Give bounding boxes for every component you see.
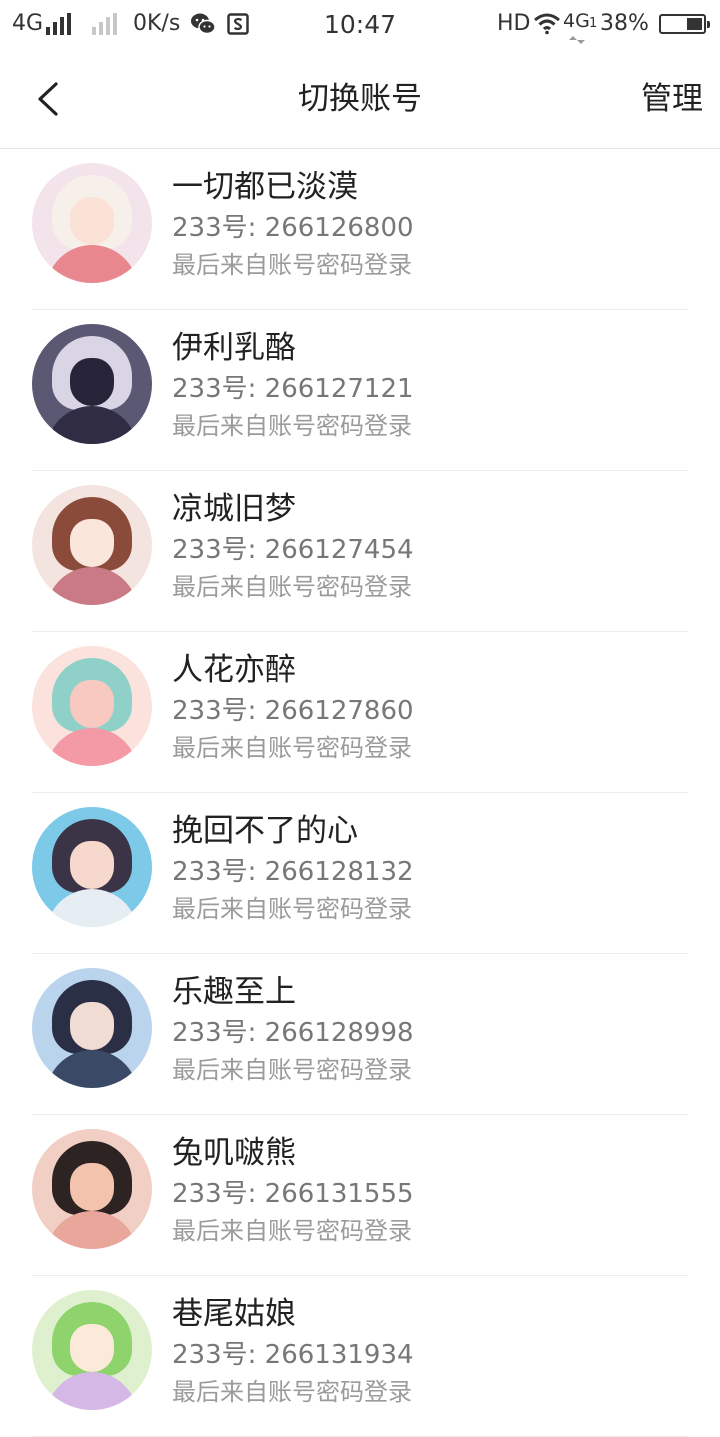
last-login-method: 最后来自账号密码登录 bbox=[172, 1378, 412, 1406]
avatar[interactable] bbox=[32, 324, 152, 444]
account-name: 凉城旧梦 bbox=[172, 491, 296, 527]
account-id: 233号: 266131555 bbox=[172, 1179, 414, 1209]
battery-percent: 38% bbox=[600, 11, 649, 36]
hd-indicator: HD bbox=[497, 11, 531, 36]
account-name: 一切都已淡漠 bbox=[172, 169, 358, 205]
avatar[interactable] bbox=[32, 807, 152, 927]
account-name: 挽回不了的心 bbox=[172, 813, 358, 849]
status-bar: 4G 0K/s 10:47 HD 4G 1 38% bbox=[0, 0, 720, 50]
account-item[interactable]: 兔叽啵熊 233号: 266131555 最后来自账号密码登录 bbox=[32, 1115, 688, 1276]
account-id: 233号: 266128998 bbox=[172, 1018, 414, 1048]
avatar[interactable] bbox=[32, 1129, 152, 1249]
page-title: 切换账号 bbox=[298, 81, 422, 117]
account-id: 233号: 266126800 bbox=[172, 213, 414, 243]
account-name: 兔叽啵熊 bbox=[172, 1135, 296, 1171]
account-item[interactable]: 乐趣至上 233号: 266128998 最后来自账号密码登录 bbox=[32, 954, 688, 1115]
wifi-icon bbox=[533, 13, 561, 35]
account-item[interactable]: 一切都已淡漠 233号: 266126800 最后来自账号密码登录 bbox=[32, 149, 688, 310]
account-id: 233号: 266127121 bbox=[172, 374, 414, 404]
avatar[interactable] bbox=[32, 1290, 152, 1410]
last-login-method: 最后来自账号密码登录 bbox=[172, 734, 412, 762]
account-name: 伊利乳酪 bbox=[172, 330, 296, 366]
last-login-method: 最后来自账号密码登录 bbox=[172, 1217, 412, 1245]
avatar[interactable] bbox=[32, 646, 152, 766]
avatar[interactable] bbox=[32, 163, 152, 283]
last-login-method: 最后来自账号密码登录 bbox=[172, 251, 412, 279]
account-item[interactable]: 伊利乳酪 233号: 266127121 最后来自账号密码登录 bbox=[32, 310, 688, 471]
account-name: 乐趣至上 bbox=[172, 974, 296, 1010]
account-item[interactable]: 人花亦醉 233号: 266127860 最后来自账号密码登录 bbox=[32, 632, 688, 793]
battery-icon bbox=[659, 14, 710, 34]
account-list: 一切都已淡漠 233号: 266126800 最后来自账号密码登录 伊利乳酪 2… bbox=[0, 149, 720, 1437]
account-item[interactable]: 巷尾姑娘 233号: 266131934 最后来自账号密码登录 bbox=[32, 1276, 688, 1437]
account-id: 233号: 266127454 bbox=[172, 535, 414, 565]
account-id: 233号: 266128132 bbox=[172, 857, 414, 887]
account-item[interactable]: 凉城旧梦 233号: 266127454 最后来自账号密码登录 bbox=[32, 471, 688, 632]
account-name: 巷尾姑娘 bbox=[172, 1296, 296, 1332]
last-login-method: 最后来自账号密码登录 bbox=[172, 1056, 412, 1084]
manage-button[interactable]: 管理 bbox=[641, 78, 703, 120]
account-item[interactable]: 挽回不了的心 233号: 266128132 最后来自账号密码登录 bbox=[32, 793, 688, 954]
last-login-method: 最后来自账号密码登录 bbox=[172, 895, 412, 923]
last-login-method: 最后来自账号密码登录 bbox=[172, 573, 412, 601]
account-name: 人花亦醉 bbox=[172, 652, 296, 688]
avatar[interactable] bbox=[32, 968, 152, 1088]
data-activity-icon bbox=[568, 30, 586, 44]
account-id: 233号: 266131934 bbox=[172, 1340, 414, 1370]
navigation-bar: 切换账号 管理 bbox=[0, 50, 720, 149]
sim-slot-label: 1 bbox=[589, 16, 598, 31]
avatar[interactable] bbox=[32, 485, 152, 605]
last-login-method: 最后来自账号密码登录 bbox=[172, 412, 412, 440]
account-id: 233号: 266127860 bbox=[172, 696, 414, 726]
